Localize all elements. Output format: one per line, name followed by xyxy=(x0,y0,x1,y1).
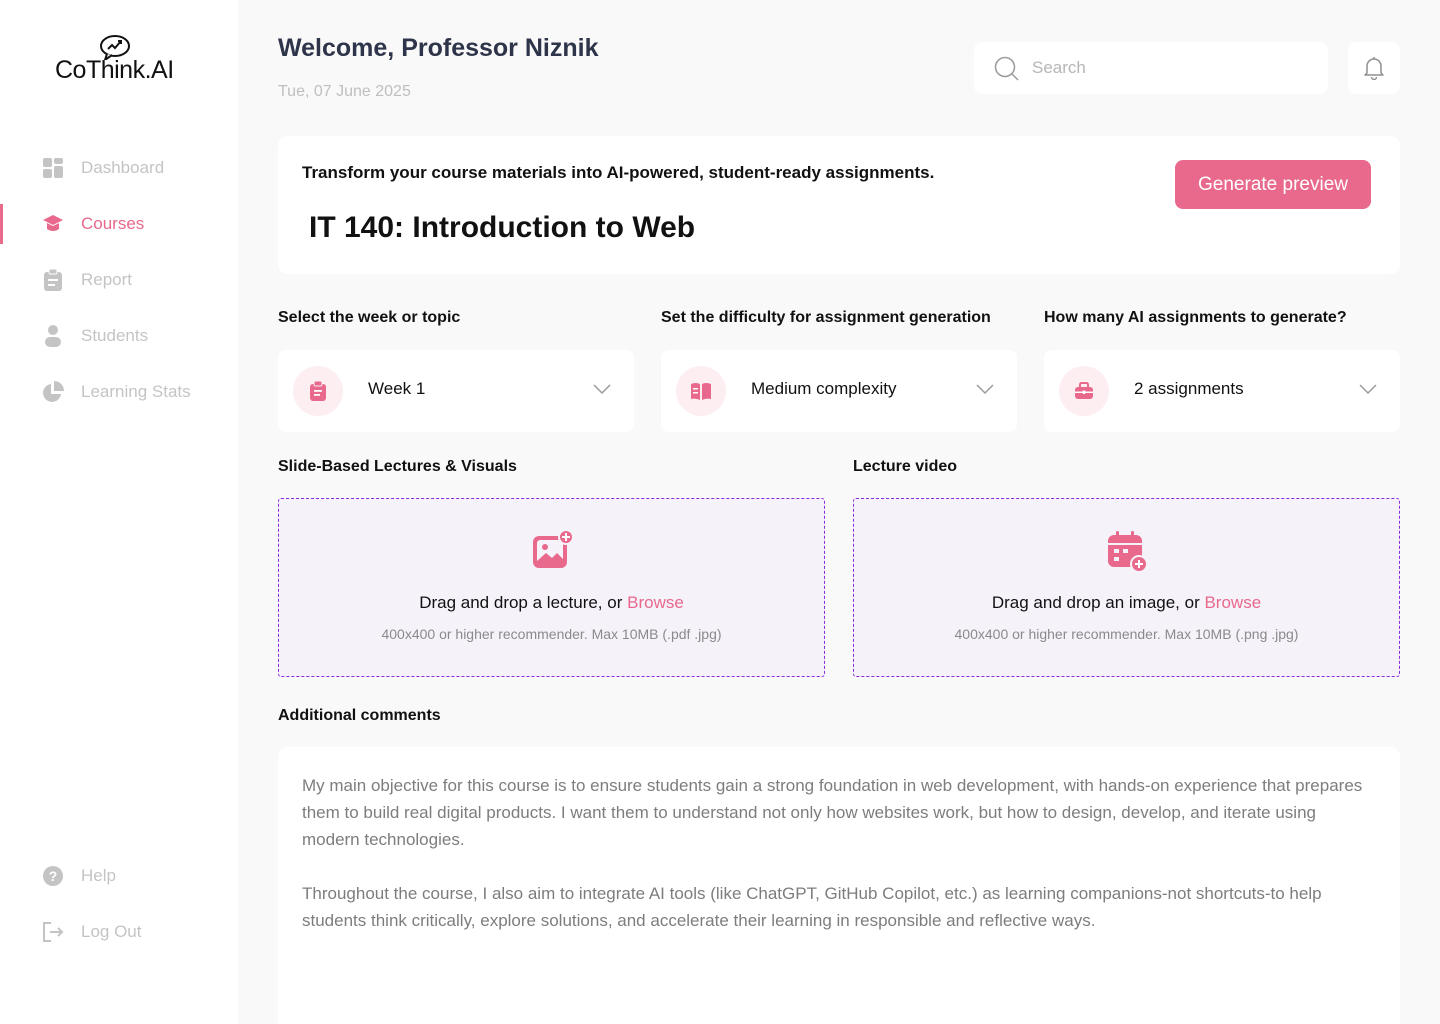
clipboard-icon xyxy=(42,269,64,291)
assignment-count-value: 2 assignments xyxy=(1134,379,1244,398)
upload-hint: 400x400 or higher recommender. Max 10MB … xyxy=(381,626,722,642)
upload-hint: 400x400 or higher recommender. Max 10MB … xyxy=(954,626,1299,642)
sidebar-item-students[interactable]: Students xyxy=(0,316,238,356)
sidebar-item-label: Report xyxy=(81,270,133,289)
clipboard-icon xyxy=(293,366,343,416)
comment-paragraph: My main objective for this course is to … xyxy=(302,776,1363,849)
week-select-label: Select the week or topic xyxy=(278,309,461,326)
search-input[interactable] xyxy=(1032,56,1302,80)
brand-name: CoThink.AI xyxy=(55,56,174,84)
sidebar: CoThink.AI Dashboard Courses Report Stud… xyxy=(0,0,238,1024)
sidebar-item-label: Log Out xyxy=(81,922,142,941)
week-select-value: Week 1 xyxy=(368,379,426,398)
sidebar-item-learning-stats[interactable]: Learning Stats xyxy=(0,372,238,412)
sidebar-item-courses[interactable]: Courses xyxy=(0,204,238,244)
upload-text: Drag and drop an image, or xyxy=(991,593,1205,612)
chevron-down-icon xyxy=(1359,384,1377,395)
chevron-down-icon xyxy=(976,384,994,395)
sidebar-item-label: Dashboard xyxy=(81,158,165,177)
generate-preview-button[interactable]: Generate preview xyxy=(1175,160,1371,209)
browse-link[interactable]: Browse xyxy=(627,593,684,612)
hero-tagline: Transform your course materials into AI-… xyxy=(302,163,935,182)
slides-upload-dropzone[interactable]: Drag and drop a lecture, or Browse 400x4… xyxy=(278,498,825,677)
browse-link[interactable]: Browse xyxy=(1204,593,1261,612)
calendar-add-icon xyxy=(1105,529,1149,573)
logo[interactable]: CoThink.AI xyxy=(55,34,195,90)
notifications-button[interactable] xyxy=(1348,42,1400,94)
bell-icon xyxy=(1364,57,1384,80)
video-upload-instructions: Drag and drop an image, or Browse xyxy=(854,593,1399,613)
difficulty-select-value: Medium complexity xyxy=(751,379,897,398)
sidebar-item-report[interactable]: Report xyxy=(0,260,238,300)
sidebar-item-dashboard[interactable]: Dashboard xyxy=(0,148,238,188)
comments-textarea[interactable]: My main objective for this course is to … xyxy=(278,747,1400,1024)
sidebar-item-label: Help xyxy=(81,866,116,885)
count-select-label: How many AI assignments to generate? xyxy=(1044,309,1347,326)
sidebar-item-label: Courses xyxy=(81,214,145,233)
slides-upload-instructions: Drag and drop a lecture, or Browse xyxy=(279,593,824,613)
course-title: IT 140: Introduction to Web xyxy=(309,211,696,244)
search-icon xyxy=(994,56,1019,81)
video-upload-label: Lecture video xyxy=(853,458,958,475)
search-bar[interactable] xyxy=(974,42,1328,94)
help-icon: ? xyxy=(42,865,64,887)
user-icon xyxy=(42,325,64,347)
difficulty-select-label: Set the difficulty for assignment genera… xyxy=(661,309,991,326)
page-title: Welcome, Professor Niznik xyxy=(278,34,599,62)
chevron-down-icon xyxy=(593,384,611,395)
svg-text:?: ? xyxy=(49,868,58,884)
comment-paragraph: Throughout the course, I also aim to int… xyxy=(302,884,1322,930)
grid-icon xyxy=(42,157,64,179)
course-hero-card: Transform your course materials into AI-… xyxy=(278,136,1400,274)
upload-text: Drag and drop a lecture, or xyxy=(419,593,628,612)
briefcase-icon xyxy=(1059,366,1109,416)
video-upload-dropzone[interactable]: Drag and drop an image, or Browse 400x40… xyxy=(853,498,1400,677)
slides-upload-label: Slide-Based Lectures & Visuals xyxy=(278,458,517,475)
current-date: Tue, 07 June 2025 xyxy=(278,83,411,100)
book-icon xyxy=(676,366,726,416)
sidebar-item-label: Learning Stats xyxy=(81,382,191,401)
sidebar-item-logout[interactable]: Log Out xyxy=(0,912,238,952)
image-add-icon xyxy=(530,529,574,573)
sidebar-item-label: Students xyxy=(81,326,149,345)
sidebar-item-help[interactable]: ? Help xyxy=(0,856,238,896)
pie-chart-icon xyxy=(42,381,64,403)
assignment-count-select[interactable]: 2 assignments xyxy=(1044,350,1400,432)
comments-label: Additional comments xyxy=(278,707,441,724)
difficulty-select[interactable]: Medium complexity xyxy=(661,350,1017,432)
week-select[interactable]: Week 1 xyxy=(278,350,634,432)
graduation-cap-icon xyxy=(42,213,64,235)
logout-icon xyxy=(42,921,64,943)
